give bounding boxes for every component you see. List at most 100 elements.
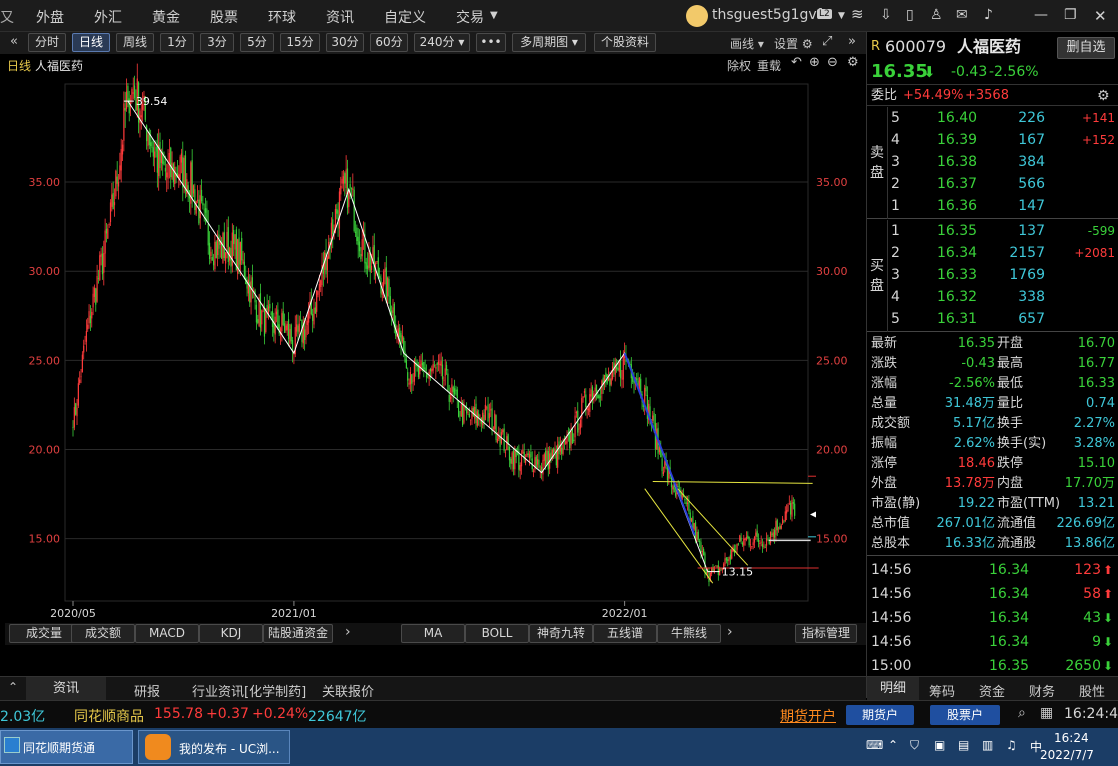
tab-amount[interactable]: 成交额	[71, 624, 135, 643]
tab-research[interactable]: 研报	[134, 681, 160, 700]
indicator-manage-button[interactable]: 指标管理	[795, 624, 857, 643]
candle-body	[93, 287, 96, 297]
multi-period-dropdown[interactable]: 多周期图 ▾	[512, 33, 586, 52]
shirt-icon[interactable]: ♙	[930, 7, 943, 23]
restore-icon[interactable]: ❐	[1064, 7, 1077, 23]
tab-industry-news[interactable]: 行业资讯[化学制药]	[192, 681, 306, 700]
collapse-left-icon[interactable]: «	[10, 34, 18, 49]
avatar[interactable]	[686, 5, 708, 27]
menu-waipan[interactable]: 外盘	[36, 7, 64, 27]
tab-30min[interactable]: 30分	[326, 33, 364, 52]
close-icon[interactable]: ✕	[1094, 7, 1107, 25]
settings-button[interactable]: 设置 ⚙	[774, 35, 813, 52]
tab-funds[interactable]: 资金	[979, 681, 1005, 700]
tab-bull-bear[interactable]: 牛熊线	[657, 624, 721, 643]
menu-gupiao[interactable]: 股票	[210, 7, 238, 27]
tab-fenshi[interactable]: 分时	[28, 33, 66, 52]
tab-five-lines[interactable]: 五线谱	[593, 624, 657, 643]
minimize-icon[interactable]: —	[1034, 7, 1048, 23]
stock-info-button[interactable]: 个股资料	[594, 33, 656, 52]
more-button[interactable]: •••	[476, 33, 506, 52]
book-row[interactable]: 3 16.33 1769	[867, 264, 1118, 286]
tab-news[interactable]: 资讯	[26, 677, 106, 700]
layers-icon[interactable]: ≋	[851, 5, 864, 23]
mobile-icon[interactable]: ▯	[906, 7, 914, 23]
search-icon[interactable]: ⌕	[1018, 705, 1026, 721]
stock-account-button[interactable]: 股票户	[930, 705, 1000, 725]
tick-time: 14:56	[871, 562, 912, 578]
book-row[interactable]: 4 16.32 338	[867, 286, 1118, 308]
chevron-down-icon[interactable]: ▼	[838, 11, 845, 21]
tab-kdj[interactable]: KDJ	[199, 624, 263, 643]
candle-body	[435, 367, 437, 369]
username[interactable]: thsguest5g1gvf	[712, 7, 822, 23]
book-row[interactable]: 1 16.36 147	[867, 195, 1118, 217]
volume-icon[interactable]: ♫	[1006, 738, 1017, 752]
menu-jiaoyi[interactable]: 交易	[456, 7, 484, 27]
tab-finance[interactable]: 财务	[1029, 681, 1055, 700]
tab-240min[interactable]: 240分 ▾	[414, 33, 470, 52]
collapse-right-icon[interactable]: »	[848, 34, 856, 49]
stats-row: 市盈(静) 19.22 市盈(TTM) 13.21	[867, 494, 1118, 514]
tab-daily[interactable]: 日线	[72, 33, 110, 52]
tab-weekly[interactable]: 周线	[116, 33, 154, 52]
expand-icon[interactable]: ⌃	[8, 680, 18, 694]
tab-ma[interactable]: MA	[401, 624, 465, 643]
book-row[interactable]: 5 16.31 657	[867, 308, 1118, 330]
chevron-down-icon[interactable]: ▼	[490, 10, 498, 21]
book-row[interactable]: 4 16.39 167 +152	[867, 129, 1118, 151]
tab-stock-nature[interactable]: 股性	[1079, 681, 1105, 700]
candle-body	[150, 142, 152, 147]
keyboard-icon[interactable]: ⌨	[866, 738, 883, 752]
book-row[interactable]: 5 16.40 226 +141	[867, 107, 1118, 129]
book-row[interactable]: 1 16.35 137 -599	[867, 220, 1118, 242]
tab-magic-nine[interactable]: 神奇九转	[529, 624, 593, 643]
chevron-up-icon[interactable]: ⌃	[888, 738, 898, 752]
candle-body	[247, 279, 249, 294]
futures-account-link[interactable]: 期货开户	[780, 706, 836, 726]
menu-zixun[interactable]: 资讯	[326, 7, 354, 27]
tab-60min[interactable]: 60分	[370, 33, 408, 52]
chevron-right-icon[interactable]: ›	[727, 624, 733, 640]
menu-zidingyi[interactable]: 自定义	[384, 7, 426, 27]
tab-15min[interactable]: 15分	[280, 33, 320, 52]
fullscreen-icon[interactable]: ⤢	[822, 34, 832, 49]
tab-detail[interactable]: 明细	[867, 677, 919, 700]
book-row[interactable]: 3 16.38 384	[867, 151, 1118, 173]
index-name[interactable]: 同花顺商品	[74, 706, 144, 726]
menu-huangjin[interactable]: 黄金	[152, 7, 180, 27]
tray-app-icon[interactable]: ▥	[982, 738, 993, 752]
chevron-right-icon[interactable]: ›	[345, 624, 351, 640]
candle-body	[570, 431, 572, 446]
mail-icon[interactable]: ✉	[956, 7, 968, 23]
back-icon[interactable]: 又	[0, 7, 14, 27]
taskbar-app-ths[interactable]: 同花顺期货通	[0, 730, 133, 764]
download-icon[interactable]: ⇩	[880, 7, 892, 23]
tab-chips[interactable]: 筹码	[929, 681, 955, 700]
bell-icon[interactable]: ♪	[984, 7, 993, 23]
calculator-icon[interactable]: ▦	[1040, 705, 1053, 721]
gear-icon[interactable]: ⚙	[1097, 85, 1110, 107]
shield-icon[interactable]: ⛉	[910, 738, 919, 753]
stat-value: -0.43	[961, 356, 995, 371]
tray-app-icon[interactable]: ▤	[958, 738, 969, 752]
tab-macd[interactable]: MACD	[135, 624, 199, 643]
tab-related-quotes[interactable]: 关联报价	[322, 681, 374, 700]
tab-volume[interactable]: 成交量	[9, 624, 79, 643]
kline-chart-area[interactable]: 日线 人福医药 除权 重载 ↶ ⊕ ⊖ ⚙ 35.00 35.00 30.00 30.…	[5, 54, 866, 654]
book-row[interactable]: 2 16.37 566	[867, 173, 1118, 195]
tab-hk-connect[interactable]: 陆股通资金	[263, 624, 333, 643]
draw-line-dropdown[interactable]: 画线 ▾	[730, 35, 764, 52]
futures-account-button[interactable]: 期货户	[846, 705, 914, 725]
kline-chart[interactable]: 35.00 35.00 30.00 30.00 25.00 25.00 20.00 20.00…	[5, 54, 866, 654]
menu-huanqiu[interactable]: 环球	[268, 7, 296, 27]
remove-watchlist-button[interactable]: 删自选	[1057, 37, 1115, 59]
tab-boll[interactable]: BOLL	[465, 624, 529, 643]
tab-5min[interactable]: 5分	[240, 33, 274, 52]
menu-waihui[interactable]: 外汇	[94, 7, 122, 27]
tab-3min[interactable]: 3分	[200, 33, 234, 52]
network-icon[interactable]: ▣	[934, 738, 945, 752]
taskbar-app-uc[interactable]: 我的发布 - UC浏...	[138, 730, 290, 764]
book-row[interactable]: 2 16.34 2157 +2081	[867, 242, 1118, 264]
tab-1min[interactable]: 1分	[160, 33, 194, 52]
